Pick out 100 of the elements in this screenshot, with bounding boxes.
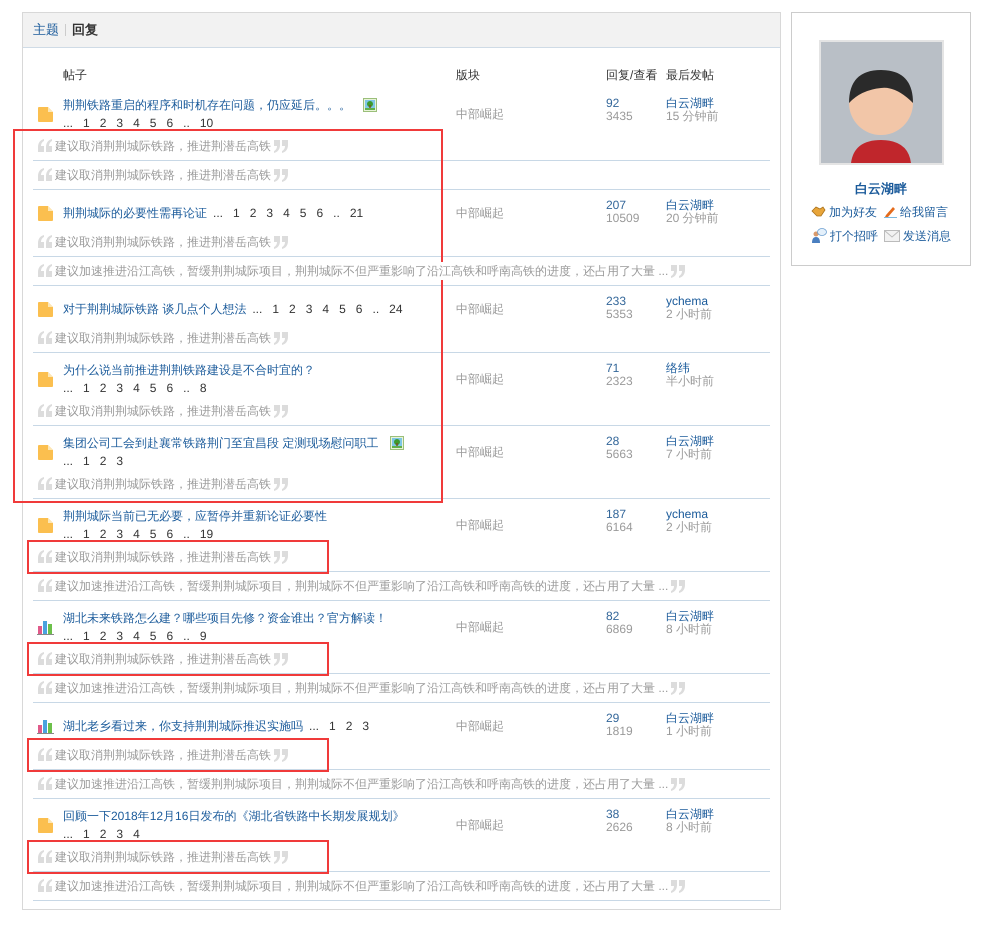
page-link[interactable]: 2 (100, 627, 106, 645)
post-title-link[interactable]: 湖北未来铁路怎么建？哪些项目先修？资金谁出？官方解读！ (63, 609, 387, 627)
page-link[interactable]: 3 (116, 379, 124, 397)
page-link[interactable]: 1 (83, 627, 90, 645)
page-link[interactable]: 1 (329, 717, 336, 735)
page-link[interactable]: 4 (133, 114, 140, 132)
last-poster-link[interactable]: ychema (666, 294, 708, 308)
page-link[interactable]: 2 (100, 114, 106, 132)
last-poster-link[interactable]: 白云湖畔 (666, 434, 714, 448)
page-link[interactable]: ... (63, 627, 74, 645)
page-link[interactable]: 5 (150, 525, 156, 543)
last-poster-link[interactable]: 白云湖畔 (666, 96, 714, 110)
profile-action-link[interactable]: 发送消息 (903, 226, 951, 244)
page-link[interactable]: 6 (166, 114, 174, 132)
page-link[interactable]: 9 (200, 627, 206, 645)
page-link[interactable]: 3 (116, 825, 124, 843)
page-link[interactable]: 24 (389, 300, 403, 318)
tab[interactable]: 回复 (72, 20, 98, 40)
page-link[interactable]: 8 (200, 379, 206, 397)
post-title-link[interactable]: 回顾一下2018年12月16日发布的《湖北省铁路中长期发展规划》 (63, 807, 404, 825)
page-link[interactable]: 4 (133, 379, 140, 397)
page-link[interactable]: 6 (316, 204, 324, 222)
last-poster-link[interactable]: 络纬 (666, 361, 690, 375)
page-link[interactable]: 1 (272, 300, 280, 318)
forum-name: 中部崛起 (456, 718, 504, 735)
post-title-link[interactable]: 集团公司工会到赴襄常铁路荆门至宜昌段 定测现场慰问职工 (63, 434, 378, 452)
page-link[interactable]: ... (63, 825, 74, 843)
page-link[interactable]: 1 (83, 379, 90, 397)
page-link[interactable]: 2 (100, 525, 106, 543)
page-link[interactable]: 10 (200, 114, 214, 132)
view-count: 6869 (606, 623, 634, 636)
page-link[interactable]: 5 (339, 300, 346, 318)
page-link[interactable]: ... (309, 717, 320, 735)
page-link[interactable]: 3 (266, 204, 274, 222)
tab[interactable]: 主题 (33, 20, 59, 40)
page-link[interactable]: 2 (100, 379, 106, 397)
profile-action-link[interactable]: 加为好友 (829, 202, 877, 220)
last-poster-link[interactable]: 白云湖畔 (666, 807, 714, 821)
page-link[interactable]: .. (333, 204, 340, 222)
page-link[interactable]: 3 (306, 300, 312, 318)
page-link[interactable]: 6 (166, 627, 174, 645)
page-link[interactable]: 1 (83, 825, 90, 843)
page-link[interactable]: 19 (200, 525, 214, 543)
page-link[interactable]: .. (183, 114, 190, 132)
page-link[interactable]: 5 (150, 627, 156, 645)
quote-text: 建议取消荆荆城际铁路，推进荆潜岳高铁 (55, 848, 271, 866)
page-link[interactable]: 2 (346, 717, 352, 735)
page-link[interactable]: 6 (166, 525, 174, 543)
page-link[interactable]: 2 (100, 452, 106, 470)
page-link[interactable]: 1 (83, 114, 90, 132)
page-link[interactable]: .. (183, 379, 190, 397)
last-poster-link[interactable]: 白云湖畔 (666, 198, 714, 212)
page-link[interactable]: ... (63, 452, 74, 470)
page-link[interactable]: 5 (150, 379, 156, 397)
page-link[interactable]: 3 (362, 717, 370, 735)
forum-name: 中部崛起 (456, 371, 504, 388)
post-title-link[interactable]: 湖北老乡看过来，你支持荆荆城际推迟实施吗 (63, 717, 303, 735)
post-title-link[interactable]: 为什么说当前推进荆荆铁路建设是不合时宜的？ (63, 361, 315, 379)
page-link[interactable]: 3 (116, 525, 124, 543)
page-link[interactable]: 5 (300, 204, 306, 222)
last-poster-link[interactable]: 白云湖畔 (666, 711, 714, 725)
open-quote-icon (37, 579, 53, 593)
page-link[interactable]: ... (213, 204, 224, 222)
page-link[interactable]: 1 (233, 204, 240, 222)
page-link[interactable]: 1 (83, 525, 90, 543)
page-link[interactable]: 2 (100, 825, 106, 843)
page-link[interactable]: 5 (150, 114, 156, 132)
page-link[interactable]: .. (183, 525, 190, 543)
page-link[interactable]: 4 (322, 300, 330, 318)
last-poster-link[interactable]: 白云湖畔 (666, 609, 714, 623)
profile-name[interactable]: 白云湖畔 (855, 179, 907, 198)
close-quote-icon (273, 139, 289, 153)
page-link[interactable]: 21 (350, 204, 364, 222)
page-link[interactable]: 4 (133, 627, 140, 645)
page-link[interactable]: 3 (116, 452, 124, 470)
page-link[interactable]: ... (63, 525, 74, 543)
profile-action-link[interactable]: 给我留言 (900, 202, 948, 220)
last-post-time: 2 小时前 (666, 308, 714, 321)
forum-name: 中部崛起 (456, 817, 504, 834)
page-link[interactable]: ... (63, 114, 74, 132)
page-link[interactable]: 6 (166, 379, 174, 397)
post-title-link[interactable]: 对于荆荆城际铁路 谈几点个人想法 (63, 300, 246, 318)
page-link[interactable]: 1 (83, 452, 90, 470)
page-link[interactable]: 4 (133, 525, 140, 543)
page-link[interactable]: 2 (250, 204, 256, 222)
page-link[interactable]: ... (252, 300, 262, 318)
post-title-link[interactable]: 荆荆城际当前已无必要，应暂停并重新论证必要性 (63, 507, 327, 525)
page-link[interactable]: .. (183, 627, 190, 645)
page-link[interactable]: 4 (133, 825, 140, 843)
page-link[interactable]: 2 (289, 300, 296, 318)
post-title-link[interactable]: 荆荆铁路重启的程序和时机存在问题，仍应延后。。。 (63, 96, 351, 114)
page-link[interactable]: ... (63, 379, 74, 397)
post-title-link[interactable]: 荆荆城际的必要性需再论证 (63, 204, 207, 222)
page-link[interactable]: 6 (356, 300, 362, 318)
profile-action-link[interactable]: 打个招呼 (830, 226, 878, 244)
page-link[interactable]: .. (372, 300, 380, 318)
page-link[interactable]: 4 (283, 204, 290, 222)
page-link[interactable]: 3 (116, 114, 124, 132)
page-link[interactable]: 3 (116, 627, 124, 645)
last-poster-link[interactable]: ychema (666, 507, 708, 521)
